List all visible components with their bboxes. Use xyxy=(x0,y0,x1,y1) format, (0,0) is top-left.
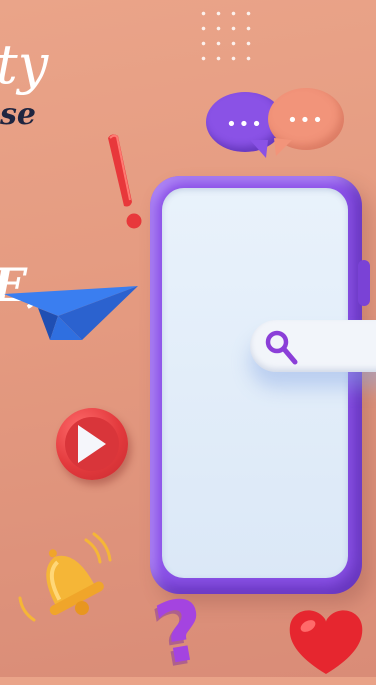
paper-plane-icon xyxy=(4,286,138,340)
dot-pattern xyxy=(196,6,252,68)
play-triangle-icon xyxy=(78,425,106,463)
play-button-icon xyxy=(56,408,128,480)
subheadline-script-fragment: se xyxy=(0,97,36,132)
heart-icon xyxy=(289,610,363,674)
chat-bubble-tail-icon xyxy=(274,138,292,156)
phone-screen xyxy=(162,188,348,578)
search-bar[interactable] xyxy=(250,320,376,372)
chat-bubble-tail-icon xyxy=(250,140,268,158)
chat-dots: ••• xyxy=(287,110,325,131)
question-mark-icon: ? xyxy=(147,579,213,685)
phone-side-button xyxy=(358,260,370,306)
exclamation-icon xyxy=(108,134,142,229)
smartphone-icon xyxy=(150,176,370,594)
headline-script-fragment: ty xyxy=(0,33,49,96)
notification-bell-icon xyxy=(18,532,112,622)
search-icon xyxy=(265,330,298,365)
